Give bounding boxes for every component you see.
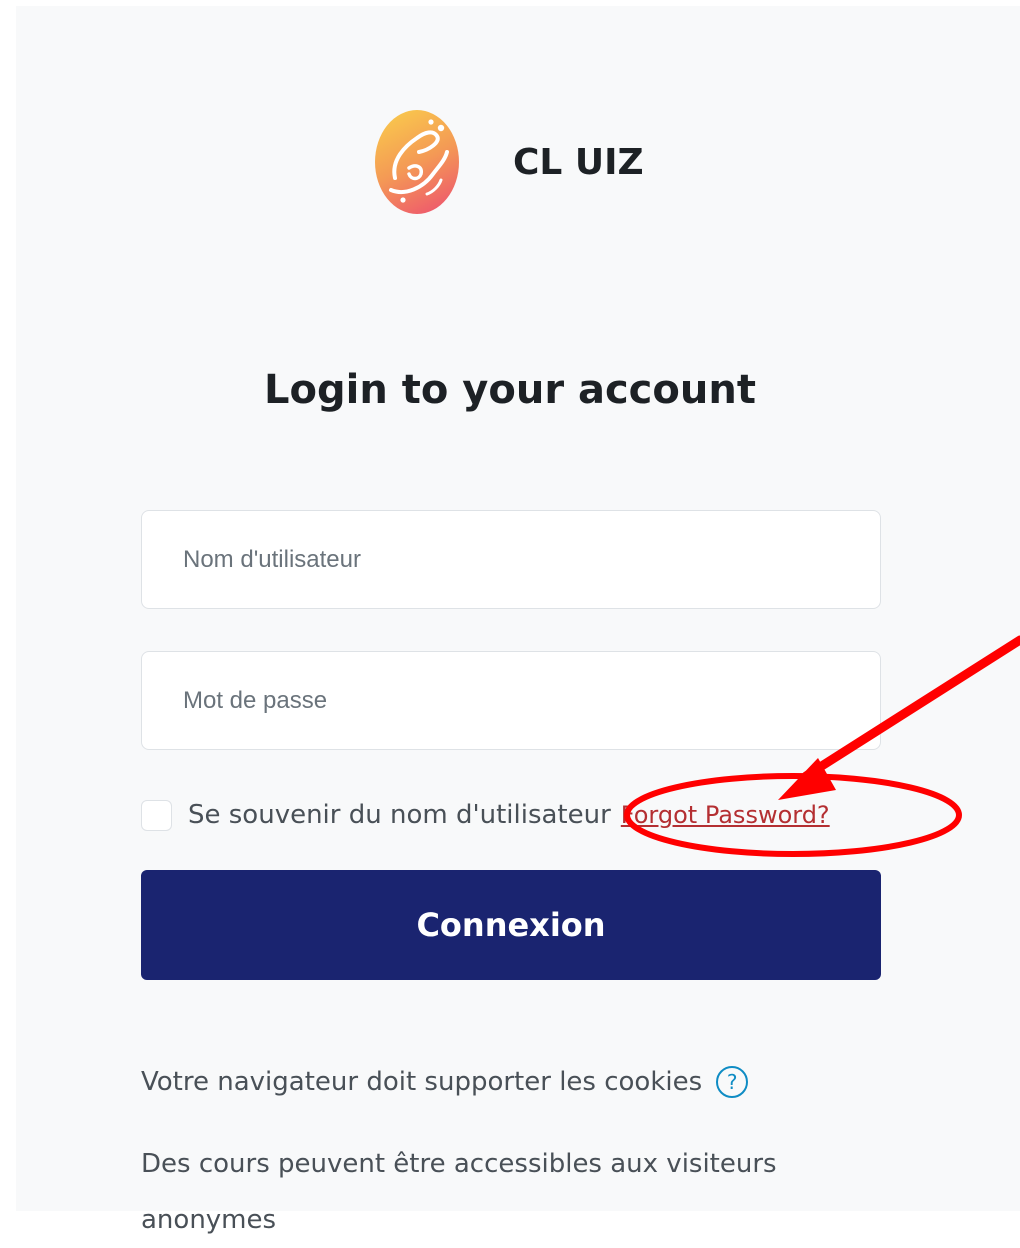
brand-name: CL UIZ [513,141,644,183]
cookies-text: Votre navigateur doit supporter les cook… [141,1067,703,1097]
remember-username-label[interactable]: Se souvenir du nom d'utilisateur [188,800,611,830]
question-circle-icon[interactable]: ? [716,1066,749,1098]
remember-username-checkbox[interactable] [141,799,172,831]
calligraphy-logo-icon [375,110,459,214]
cookies-notice: Votre navigateur doit supporter les cook… [141,1066,749,1098]
brand-header: CL UIZ [371,108,644,216]
forgot-password-link[interactable]: Forgot Password? [621,801,830,829]
remember-row: Se souvenir du nom d'utilisateur Forgot … [141,792,830,838]
username-input[interactable] [141,510,881,609]
page-title: Login to your account [264,367,756,413]
login-button[interactable]: Connexion [141,870,881,980]
password-input[interactable] [141,651,881,750]
guest-access-text: Des cours peuvent être accessibles aux v… [141,1149,777,1235]
